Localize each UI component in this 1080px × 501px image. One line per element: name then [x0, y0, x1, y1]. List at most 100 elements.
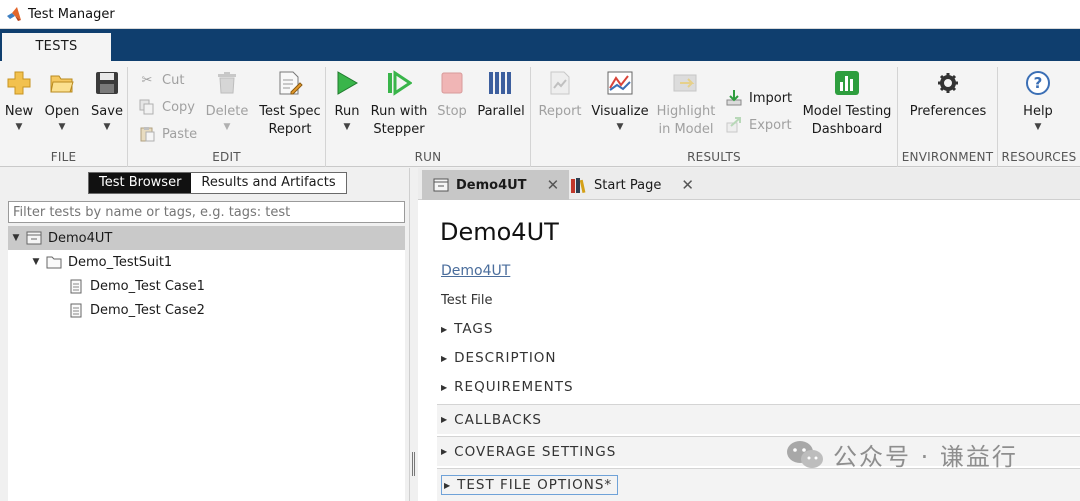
chevron-down-icon: ▼ [343, 122, 351, 132]
books-icon [570, 176, 588, 194]
title-bar: Test Manager [0, 0, 1080, 29]
tree-item-test-file[interactable]: ▼ Demo4UT [8, 226, 405, 250]
line-chart-icon [606, 69, 634, 97]
segment-results-artifacts[interactable]: Results and Artifacts [191, 173, 346, 193]
run-with-stepper-button[interactable]: Run with Stepper [370, 69, 428, 139]
section-tags[interactable]: ▶ TAGS [437, 315, 1080, 343]
test-tree: ▼ Demo4UT ▼ Demo_TestSuit1 Demo_Test Cas… [8, 226, 405, 501]
export-button[interactable]: Export [725, 114, 792, 136]
section-requirements[interactable]: ▶ REQUIREMENTS [437, 373, 1080, 401]
help-button[interactable]: ? Help ▼ [1018, 69, 1058, 133]
filter-tests-input[interactable] [8, 201, 405, 223]
report-chart-icon [546, 69, 574, 97]
test-case-doc-icon [68, 302, 84, 318]
test-file-link[interactable]: Demo4UT [441, 263, 510, 279]
ribbon: New ▼ Open ▼ Save ▼ FILE ✂ Cut Copy Past… [0, 61, 1080, 167]
step-play-icon [385, 69, 413, 97]
expand-right-icon: ▶ [441, 324, 449, 334]
folder-icon [46, 254, 62, 270]
expand-right-icon: ▶ [441, 447, 449, 456]
tree-item-test-suite[interactable]: ▼ Demo_TestSuit1 [8, 250, 405, 274]
expand-right-icon: ▶ [441, 415, 449, 424]
document-tabs: Demo4UT ✕ Start Page ✕ [418, 168, 1080, 200]
visualize-button[interactable]: Visualize ▼ [591, 69, 649, 133]
play-icon [333, 69, 361, 97]
section-callbacks[interactable]: ▶ CALLBACKS [437, 404, 1080, 434]
tab-tests[interactable]: TESTS [2, 33, 111, 61]
clipboard-icon [138, 125, 156, 143]
pane-splitter-handle[interactable] [412, 452, 415, 476]
report-button[interactable]: Report [537, 69, 583, 121]
test-file-icon [26, 230, 42, 246]
window-title: Test Manager [28, 6, 115, 22]
preferences-button[interactable]: Preferences [908, 69, 988, 121]
expand-right-icon: ▶ [444, 480, 452, 490]
cut-button[interactable]: ✂ Cut [138, 69, 185, 91]
doc-tab-demo4ut[interactable]: Demo4UT ✕ [422, 170, 570, 200]
gear-icon [934, 69, 962, 97]
report-pencil-icon [276, 69, 304, 97]
chevron-down-icon: ▼ [58, 122, 66, 132]
group-run: Run ▼ Run with Stepper Stop Parallel RUN [326, 67, 531, 167]
chevron-down-icon: ▼ [223, 122, 231, 132]
import-arrow-icon [725, 89, 743, 107]
group-label-file: FILE [50, 150, 77, 164]
group-label-environment: ENVIRONMENT [901, 150, 994, 164]
file-type-label: Test File [441, 293, 493, 308]
expand-right-icon: ▶ [441, 353, 449, 363]
group-resources: ? Help ▼ RESOURCES [998, 67, 1080, 167]
stop-square-icon [438, 69, 466, 97]
test-browser-pane: Test Browser Results and Artifacts ▼ Dem… [0, 168, 410, 501]
ribbon-tabstrip: TESTS [0, 29, 1080, 61]
doc-tab-start-page[interactable]: Start Page ✕ [560, 170, 704, 200]
copy-button[interactable]: Copy [138, 96, 195, 118]
expand-down-icon[interactable]: ▼ [10, 233, 22, 243]
copy-icon [138, 98, 156, 116]
close-icon[interactable]: ✕ [681, 176, 694, 194]
close-icon[interactable]: ✕ [547, 176, 560, 194]
section-description[interactable]: ▶ DESCRIPTION [437, 344, 1080, 372]
tree-item-test-case[interactable]: Demo_Test Case1 [8, 274, 405, 298]
highlight-model-icon [672, 69, 700, 97]
test-spec-report-button[interactable]: Test Spec Report [258, 69, 322, 139]
group-file: New ▼ Open ▼ Save ▼ FILE [0, 67, 128, 167]
group-label-edit: EDIT [212, 150, 241, 164]
delete-button[interactable]: Delete ▼ [204, 69, 250, 133]
browser-segment-switch: Test Browser Results and Artifacts [88, 172, 347, 194]
section-test-file-options[interactable]: ▶ TEST FILE OPTIONS* [437, 468, 1080, 501]
watermark: 公众号 · 谦益行 [785, 437, 1018, 472]
group-environment: Preferences ENVIRONMENT [898, 67, 998, 167]
expand-down-icon[interactable]: ▼ [30, 257, 42, 267]
expand-right-icon: ▶ [441, 382, 449, 392]
matlab-logo-icon [7, 7, 21, 21]
import-button[interactable]: Import [725, 87, 792, 109]
group-results: Report Visualize ▼ Highlight in Model Im… [531, 67, 898, 167]
run-button[interactable]: Run ▼ [332, 69, 362, 133]
export-arrow-icon [725, 116, 743, 134]
chevron-down-icon: ▼ [1034, 122, 1042, 132]
group-label-run: RUN [414, 150, 442, 164]
paste-button[interactable]: Paste [138, 123, 197, 145]
trash-icon [213, 69, 241, 97]
scissors-icon: ✂ [141, 72, 153, 88]
stop-button[interactable]: Stop [434, 69, 470, 121]
floppy-disk-icon [93, 69, 121, 97]
parallel-bars-icon [487, 69, 515, 97]
save-button[interactable]: Save ▼ [90, 69, 124, 133]
highlight-in-model-button[interactable]: Highlight in Model [655, 69, 717, 139]
model-testing-dashboard-button[interactable]: Model Testing Dashboard [801, 69, 893, 139]
new-button[interactable]: New ▼ [2, 69, 36, 133]
dashboard-bars-icon [833, 69, 861, 97]
folder-open-icon [48, 69, 76, 97]
open-button[interactable]: Open ▼ [44, 69, 80, 133]
new-plus-icon [5, 69, 33, 97]
chevron-down-icon: ▼ [616, 122, 624, 132]
parallel-button[interactable]: Parallel [476, 69, 526, 121]
group-label-results: RESULTS [687, 150, 741, 164]
tree-item-test-case[interactable]: Demo_Test Case2 [8, 298, 405, 322]
group-edit: ✂ Cut Copy Paste Delete ▼ Test Spec Repo… [128, 67, 326, 167]
segment-test-browser[interactable]: Test Browser [89, 173, 192, 193]
wechat-logo-icon [787, 440, 823, 468]
test-file-icon [432, 176, 450, 194]
page-title: Demo4UT [440, 218, 559, 246]
